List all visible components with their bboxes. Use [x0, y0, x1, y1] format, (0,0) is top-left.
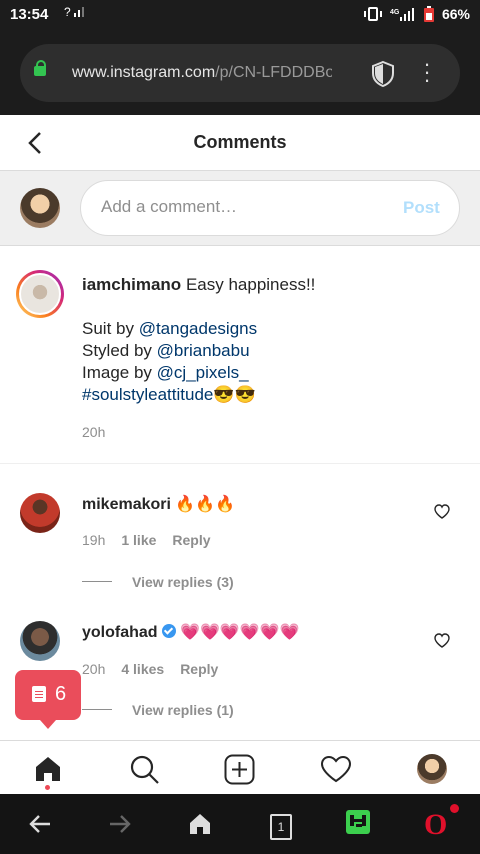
- comment-meta: 19h 1 like Reply: [82, 532, 211, 548]
- comment-text: 💗💗💗💗💗💗: [180, 624, 300, 641]
- view-replies-button[interactable]: View replies (3): [132, 574, 234, 590]
- tab-count: 1: [277, 820, 285, 834]
- replies-divider: [82, 709, 112, 710]
- comment-timestamp: 19h: [82, 532, 106, 548]
- forward-icon[interactable]: [108, 812, 132, 836]
- post-caption: iamchimano Easy happiness!! Suit by @tan…: [82, 274, 452, 406]
- home-icon[interactable]: [188, 812, 212, 836]
- shield-icon[interactable]: [370, 60, 396, 88]
- browser-bottom-bar: 1 O: [0, 794, 480, 854]
- comment-input[interactable]: [101, 197, 381, 217]
- comment-text: 🔥🔥🔥: [175, 496, 236, 513]
- page-title: Comments: [193, 132, 287, 152]
- comment-body: mikemakori 🔥🔥🔥: [82, 494, 235, 514]
- home-icon[interactable]: [33, 754, 63, 784]
- network-unknown-label: ?: [64, 5, 71, 19]
- comment-body: yolofahad 💗💗💗💗💗💗: [82, 622, 300, 642]
- battery-percent: 66%: [441, 6, 470, 22]
- comments-header: Comments: [0, 115, 480, 171]
- more-options-icon[interactable]: · · ·: [420, 53, 434, 91]
- caption-timestamp: 20h: [82, 424, 106, 440]
- reply-button[interactable]: Reply: [172, 532, 210, 548]
- avatar[interactable]: [20, 621, 60, 661]
- caption-username[interactable]: iamchimano: [82, 275, 181, 294]
- credit-label: Styled by: [82, 341, 157, 360]
- activity-heart-icon[interactable]: [320, 755, 352, 783]
- flow-icon[interactable]: [346, 810, 370, 834]
- reader-icon: [32, 686, 46, 702]
- mention-link[interactable]: @cj_pixels_: [157, 363, 249, 382]
- comment-timestamp: 20h: [82, 661, 106, 677]
- network-unknown-icon: ?: [64, 5, 88, 19]
- caption-text: Easy happiness!!: [185, 275, 316, 294]
- cellular-signal-icon: 4G: [390, 8, 414, 21]
- credit-label: Image by: [82, 363, 157, 382]
- battery-icon: [423, 6, 434, 22]
- comment-input-container[interactable]: Post: [80, 180, 460, 236]
- like-count[interactable]: 4 likes: [121, 661, 164, 677]
- bottom-navigation: [0, 740, 480, 795]
- new-post-icon[interactable]: [224, 754, 255, 785]
- replies-divider: [82, 581, 112, 582]
- mention-link[interactable]: @tangadesigns: [139, 319, 257, 338]
- url-text[interactable]: www.instagram.com/p/CN-LFDDDBoi/com: [72, 64, 332, 82]
- notification-dot: [45, 785, 50, 790]
- lock-icon: [34, 60, 46, 76]
- status-icons: 4G 66%: [363, 6, 470, 22]
- tabs-button[interactable]: 1: [270, 814, 292, 840]
- browser-toolbar: www.instagram.com/p/CN-LFDDDBoi/com ···: [0, 30, 480, 115]
- vibrate-icon: [363, 7, 382, 21]
- view-replies-button[interactable]: View replies (1): [132, 702, 234, 718]
- status-time: 13:54: [10, 6, 49, 23]
- profile-avatar[interactable]: [417, 754, 447, 784]
- opera-tabs-badge[interactable]: 6: [15, 670, 81, 729]
- heart-icon[interactable]: [434, 633, 450, 648]
- comment-meta: 20h 4 likes Reply: [82, 661, 218, 677]
- avatar[interactable]: [19, 273, 61, 315]
- back-icon[interactable]: [28, 812, 52, 836]
- address-bar[interactable]: www.instagram.com/p/CN-LFDDDBoi/com ···: [20, 44, 460, 102]
- avatar: [20, 188, 60, 228]
- notification-dot: [450, 804, 459, 813]
- reply-button[interactable]: Reply: [180, 661, 218, 677]
- like-count[interactable]: 1 like: [121, 532, 156, 548]
- svg-text:4G: 4G: [390, 9, 400, 16]
- verified-badge-icon: [161, 624, 176, 638]
- caption-emoji: 😎😎: [213, 385, 256, 404]
- comment-username[interactable]: mikemakori: [82, 496, 171, 513]
- badge-count: 6: [55, 683, 67, 705]
- search-icon[interactable]: [128, 753, 160, 785]
- divider: [0, 463, 480, 464]
- url-domain: www.instagram.com: [72, 64, 216, 81]
- url-path: /p/CN-LFDDDBoi/com: [215, 64, 332, 81]
- hashtag-link[interactable]: #soulstyleattitude: [82, 385, 213, 404]
- mention-link[interactable]: @brianbabu: [157, 341, 250, 360]
- opera-menu-icon[interactable]: O: [424, 808, 447, 842]
- credit-label: Suit by: [82, 319, 139, 338]
- status-bar: 13:54 ? 4G 66%: [0, 0, 480, 30]
- avatar[interactable]: [20, 493, 60, 533]
- heart-icon[interactable]: [434, 504, 450, 519]
- comment-username[interactable]: yolofahad: [82, 624, 158, 641]
- add-comment-bar: Post: [0, 171, 480, 246]
- post-button[interactable]: Post: [403, 198, 440, 218]
